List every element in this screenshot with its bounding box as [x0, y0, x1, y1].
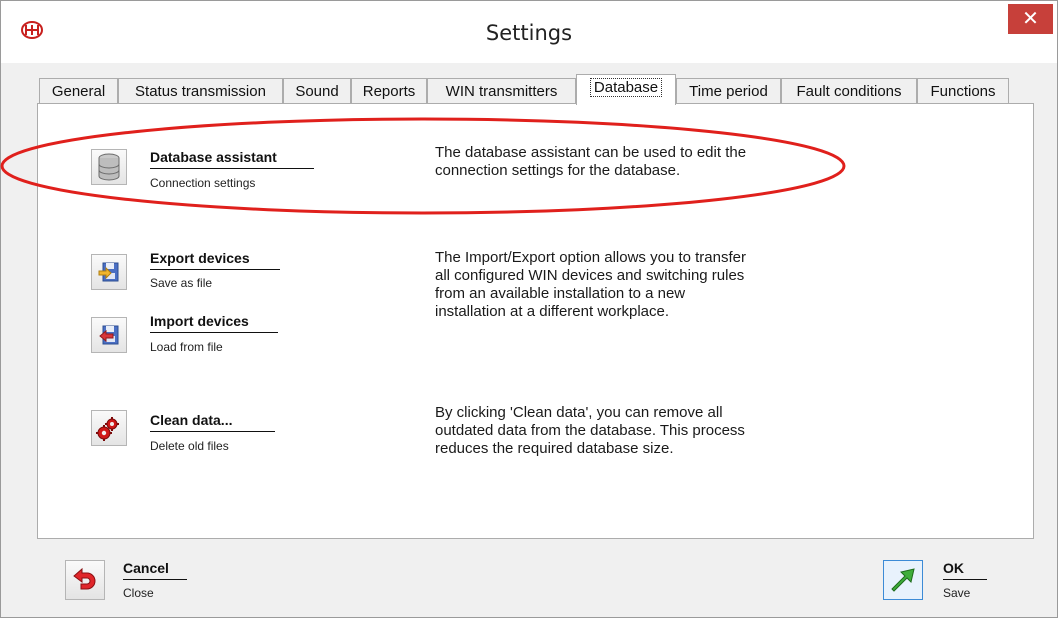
description-line: from an available installation to a new — [435, 285, 686, 302]
divider — [943, 579, 987, 580]
title-bar: Settings ✕ — [1, 1, 1057, 63]
cancel-button[interactable] — [65, 560, 105, 600]
import-export-description: The Import/Export option allows you to t… — [435, 249, 746, 321]
database-assistant-button[interactable] — [91, 149, 127, 185]
tab-functions[interactable]: Functions — [917, 78, 1009, 104]
description-line: reduces the required database size. — [435, 440, 674, 457]
tab-general[interactable]: General — [39, 78, 118, 104]
tab-label: Reports — [362, 83, 416, 100]
divider — [150, 431, 275, 432]
description-line: connection settings for the database. — [435, 162, 681, 179]
clean-data-title[interactable]: Clean data... — [150, 412, 232, 430]
database-assistant-description: The database assistant can be used to ed… — [435, 144, 746, 180]
divider — [150, 332, 278, 333]
export-devices-title[interactable]: Export devices — [150, 250, 250, 268]
export-devices-button[interactable] — [91, 254, 127, 290]
tab-label: WIN transmitters — [445, 83, 558, 100]
description-line: all configured WIN devices and switching… — [435, 267, 745, 284]
tab-fault-conditions[interactable]: Fault conditions — [781, 78, 917, 104]
window-title: Settings — [485, 21, 573, 45]
description-line: By clicking 'Clean data', you can remove… — [435, 404, 723, 421]
divider — [150, 168, 314, 169]
tab-label: Database — [589, 78, 663, 97]
import-devices-title[interactable]: Import devices — [150, 313, 249, 331]
cancel-title[interactable]: Cancel — [123, 560, 169, 578]
description-line: The Import/Export option allows you to t… — [435, 249, 746, 266]
tab-label: Fault conditions — [796, 83, 902, 100]
description-line: installation at a different workplace. — [435, 303, 670, 320]
cancel-subtitle: Close — [123, 586, 154, 600]
ok-title[interactable]: OK — [943, 560, 964, 578]
tab-status-transmission[interactable]: Status transmission — [118, 78, 283, 104]
ok-subtitle: Save — [943, 586, 971, 600]
tab-sound[interactable]: Sound — [283, 78, 351, 104]
tab-time-period[interactable]: Time period — [676, 78, 781, 104]
tab-win-transmitters[interactable]: WIN transmitters — [427, 78, 576, 104]
divider — [123, 579, 187, 580]
database-icon — [98, 153, 120, 181]
clean-data-subtitle: Delete old files — [150, 439, 229, 453]
import-devices-button[interactable] — [91, 317, 127, 353]
tab-label: Sound — [295, 83, 339, 100]
description-line: The database assistant can be used to ed… — [435, 144, 747, 161]
clean-data-button[interactable] — [91, 410, 127, 446]
tab-reports[interactable]: Reports — [351, 78, 427, 104]
tab-label: General — [51, 83, 106, 100]
tab-label: Status transmission — [135, 83, 266, 100]
database-assistant-subtitle: Connection settings — [150, 176, 256, 190]
tab-database[interactable]: Database — [576, 74, 676, 105]
description-line: outdated data from the database. This pr… — [435, 422, 745, 439]
clean-data-description: By clicking 'Clean data', you can remove… — [435, 404, 745, 458]
import-disk-icon — [99, 325, 119, 345]
export-disk-icon — [98, 262, 119, 282]
tab-label: Time period — [689, 83, 768, 100]
close-icon: ✕ — [1022, 8, 1039, 30]
database-tab-panel: Database assistant Connection settings T… — [37, 103, 1034, 539]
gears-icon — [96, 417, 119, 441]
green-arrow-icon — [891, 568, 915, 592]
settings-window: Settings ✕ General Status transmission S… — [0, 0, 1058, 618]
close-button[interactable]: ✕ — [1008, 4, 1053, 34]
import-devices-subtitle: Load from file — [150, 340, 223, 354]
divider — [150, 269, 280, 270]
ok-button[interactable] — [883, 560, 923, 600]
tab-label: Functions — [930, 83, 996, 100]
undo-arrow-icon — [73, 567, 96, 590]
export-devices-subtitle: Save as file — [150, 276, 213, 290]
database-assistant-title[interactable]: Database assistant — [150, 149, 277, 167]
